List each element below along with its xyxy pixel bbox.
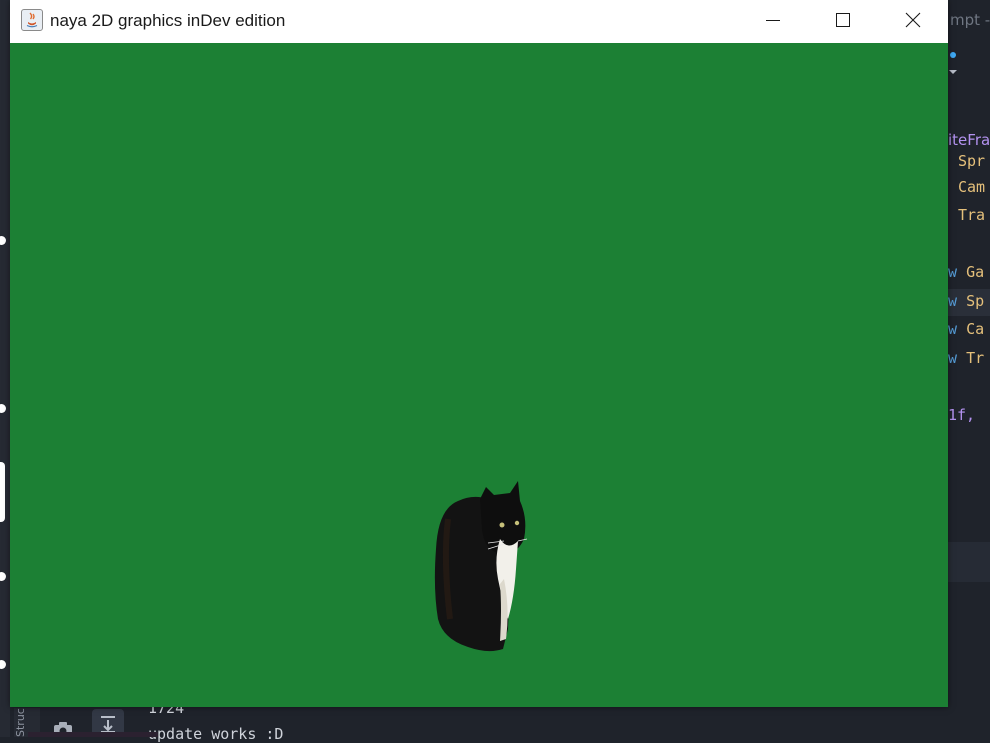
code-fragment: w Ca [948, 320, 985, 338]
code-fragment: w Sp [948, 292, 985, 310]
console-output-line: update works :D [148, 725, 284, 743]
gutter-marker[interactable] [0, 660, 6, 669]
code-fragment: Cam [958, 178, 986, 196]
minimize-button[interactable] [738, 0, 808, 43]
gutter-marker[interactable] [0, 572, 6, 581]
close-icon [905, 12, 921, 28]
ide-gutter-icon [949, 52, 957, 74]
java-icon[interactable] [21, 9, 43, 31]
ide-left-gutter [0, 0, 10, 737]
close-button[interactable] [878, 0, 948, 43]
console-decoration [28, 732, 158, 737]
cat-sprite [434, 481, 528, 652]
title-bar[interactable]: naya 2D graphics inDev edition [10, 0, 948, 43]
code-fragment: Tra [958, 206, 986, 224]
app-window: naya 2D graphics inDev edition [10, 0, 948, 707]
code-fragment: w Ga [948, 263, 985, 281]
code-fragment: iteFra [948, 131, 990, 149]
selection-highlight [948, 542, 990, 582]
game-canvas[interactable] [10, 43, 948, 707]
gutter-marker[interactable] [0, 236, 6, 245]
code-fragment: 1f, [948, 406, 976, 424]
ide-title-fragment: mpt - [950, 11, 990, 29]
ide-editor-strip [948, 0, 990, 737]
maximize-button[interactable] [808, 0, 878, 43]
window-title: naya 2D graphics inDev edition [50, 11, 286, 30]
maximize-icon [836, 13, 850, 27]
gutter-handle[interactable] [0, 462, 5, 522]
gutter-marker[interactable] [0, 404, 6, 413]
code-fragment: Spr [958, 152, 986, 170]
minimize-icon [766, 20, 780, 21]
code-fragment: w Tr [948, 349, 985, 367]
